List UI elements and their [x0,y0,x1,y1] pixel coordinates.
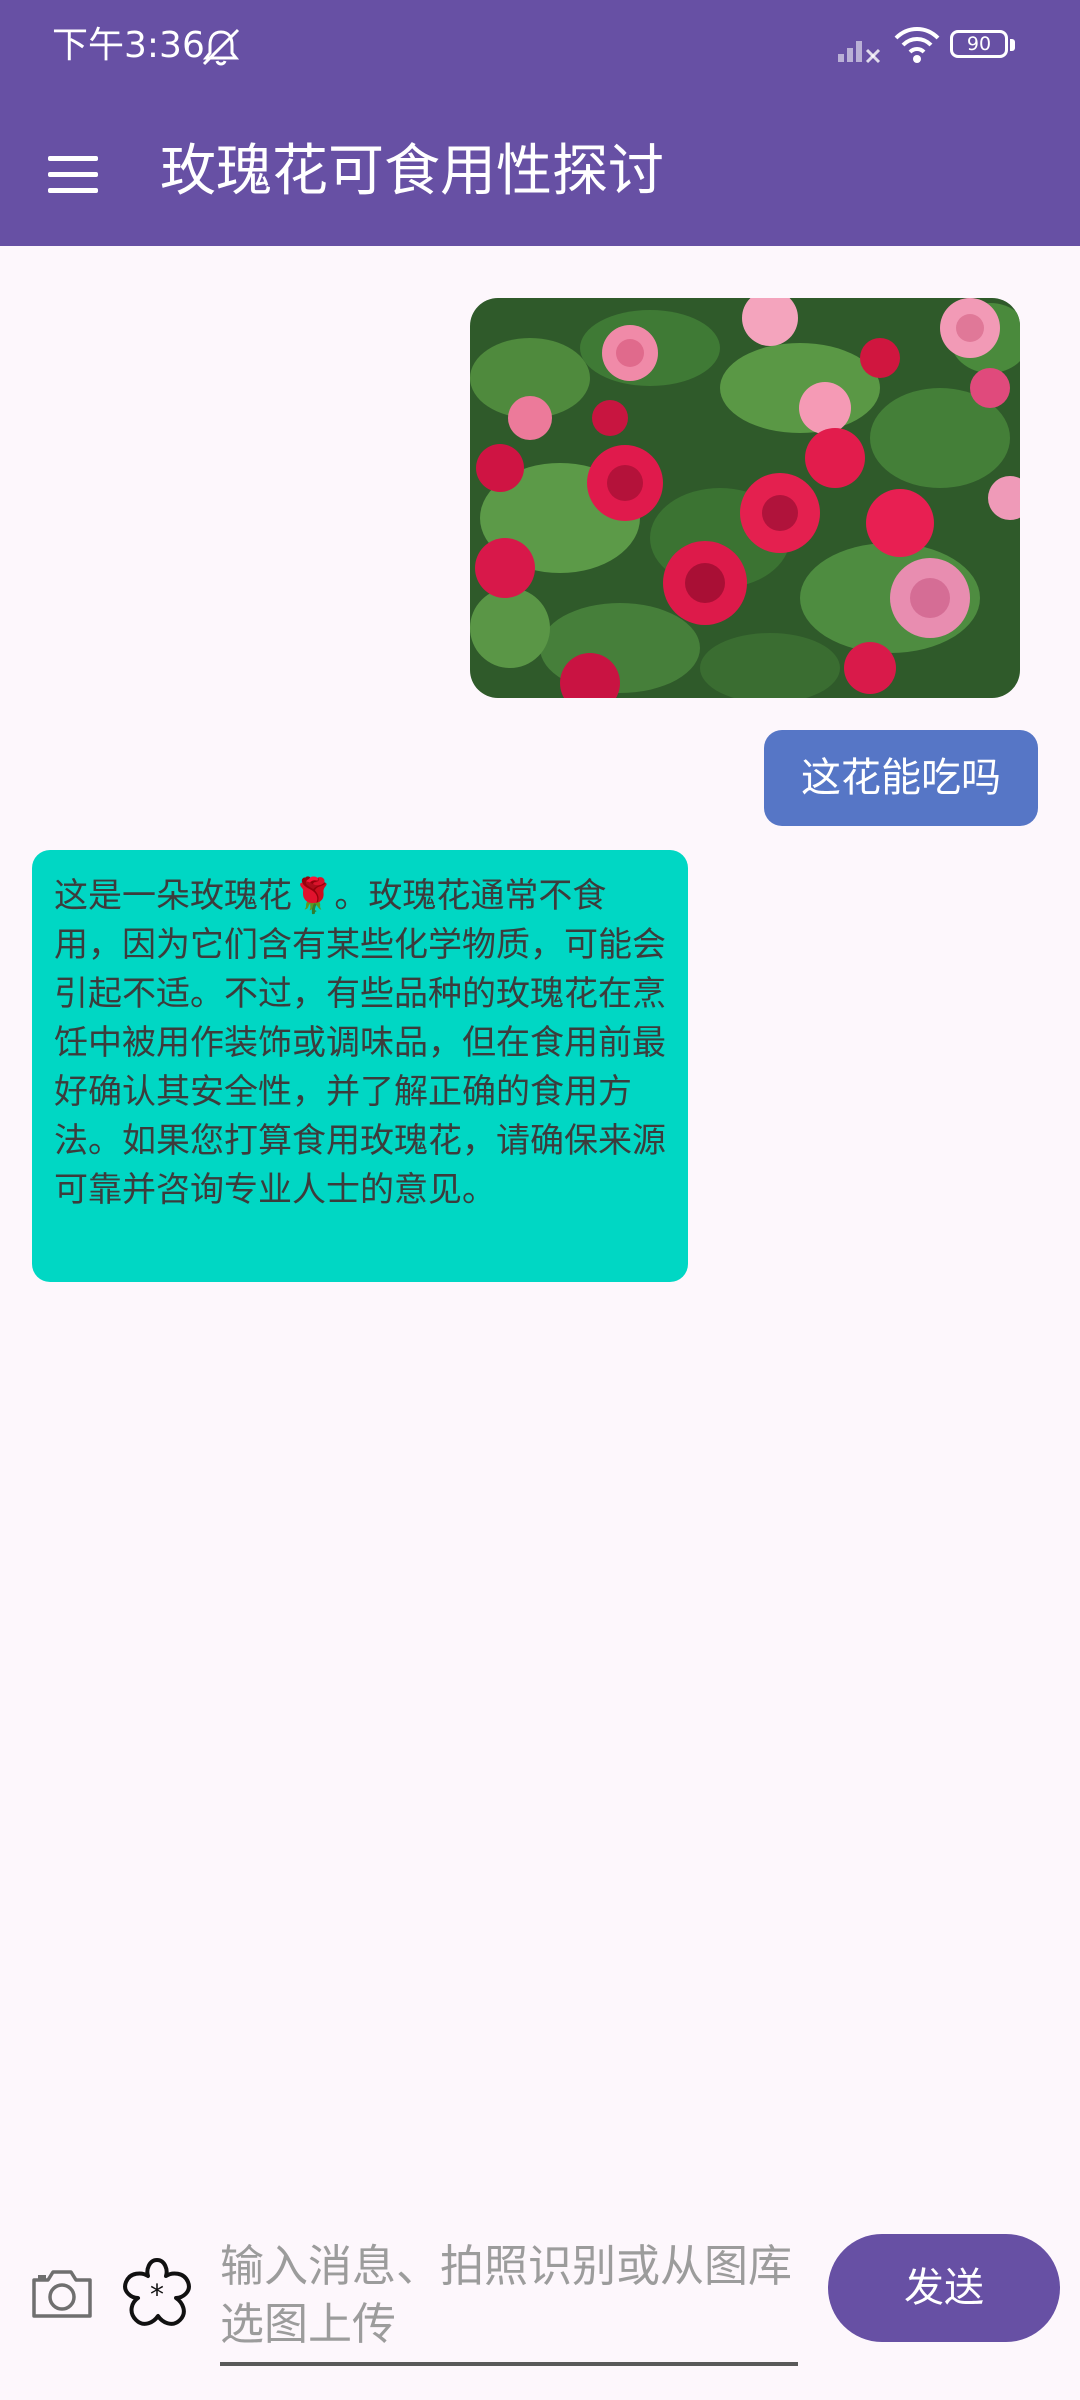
bell-muted-icon [202,28,240,66]
message-input[interactable]: 输入消息、拍照识别或从图库选图上传 [220,2228,798,2366]
battery-level: 90 [966,33,992,55]
user-image-message[interactable] [470,298,1020,698]
svg-text:*: * [150,2278,164,2311]
assistant-message-bubble[interactable]: 这是一朵玫瑰花🌹。玫瑰花通常不食用，因为它们含有某些化学物质，可能会引起不适。不… [32,850,688,1282]
battery-icon: 90 [950,30,1018,62]
wifi-icon [894,27,940,63]
user-message-bubble[interactable]: 这花能吃吗 [764,730,1038,826]
signal-icon [838,41,881,64]
camera-icon[interactable] [26,2258,98,2330]
status-bar: 下午3:36 90 [0,0,1080,92]
message-input-placeholder: 输入消息、拍照识别或从图库选图上传 [220,2241,792,2350]
input-bar: * 输入消息、拍照识别或从图库选图上传 发送 [0,2206,1080,2400]
rose-photo [470,298,1020,698]
send-button[interactable]: 发送 [828,2234,1060,2342]
chat-list[interactable]: 这花能吃吗 这是一朵玫瑰花🌹。玫瑰花通常不食用，因为它们含有某些化学物质，可能会… [0,246,1080,2206]
menu-button[interactable] [30,132,116,218]
status-time: 下午3:36 [52,25,205,66]
user-message-text: 这花能吃吗 [801,755,1001,801]
assistant-message-text: 这是一朵玫瑰花🌹。玫瑰花通常不食用，因为它们含有某些化学物质，可能会引起不适。不… [54,876,666,1210]
flower-icon[interactable]: * [118,2254,196,2332]
send-button-label: 发送 [904,2265,984,2311]
page-title: 玫瑰花可食用性探讨 [160,139,664,204]
app-bar: 玫瑰花可食用性探讨 [0,92,1080,246]
